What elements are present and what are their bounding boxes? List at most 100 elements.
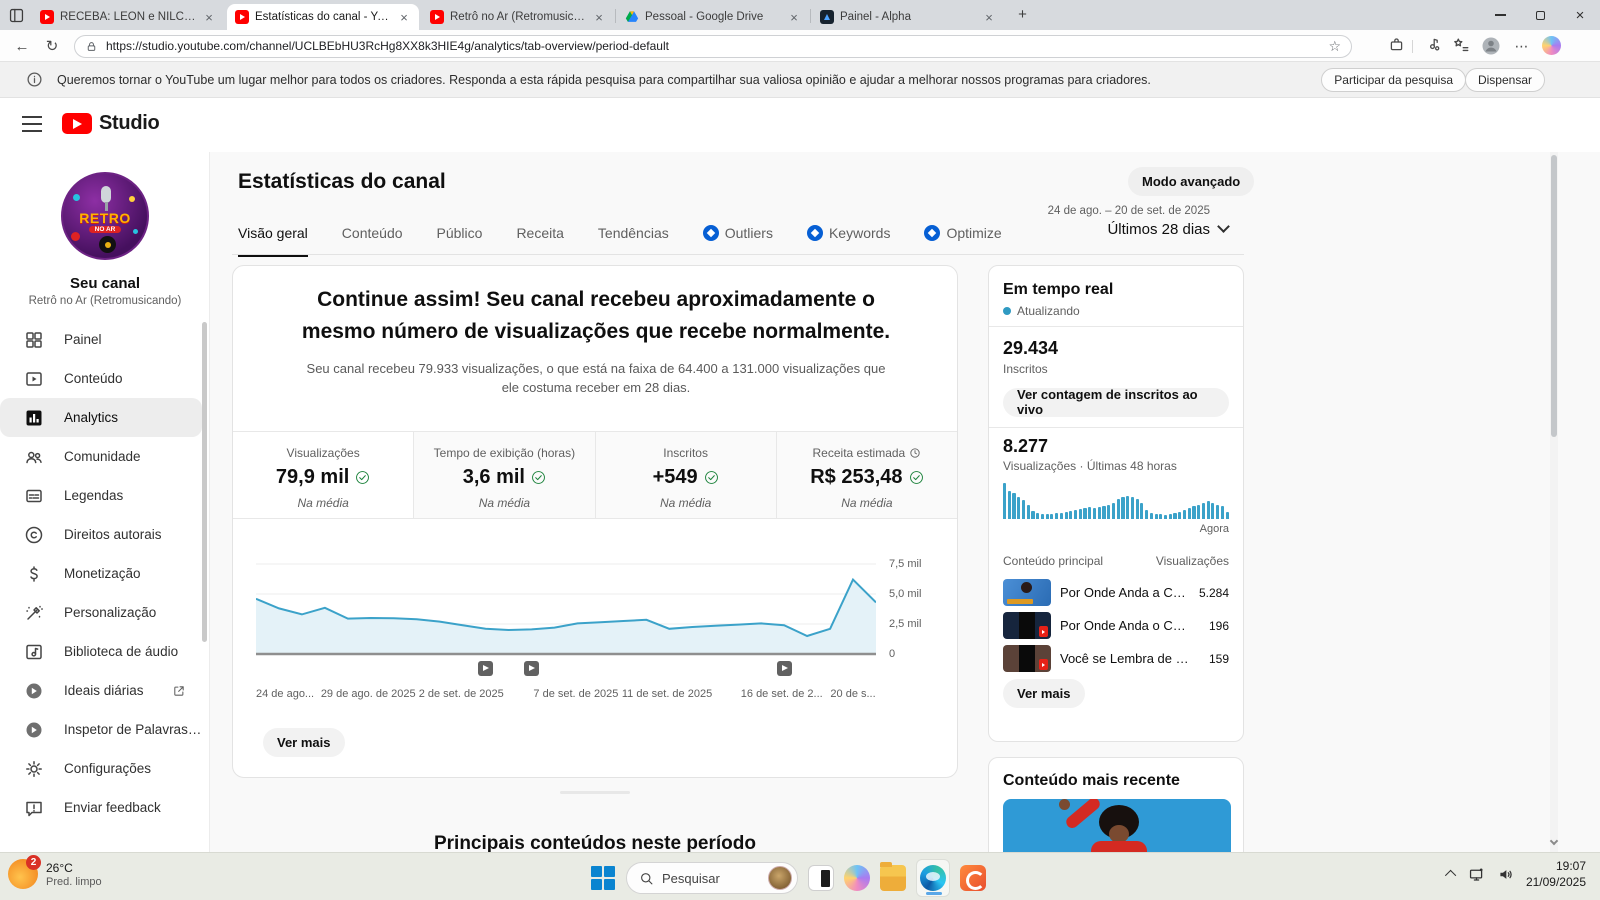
video-marker-icon[interactable] [477,661,493,676]
start-button[interactable] [590,865,616,891]
tabs-divider [232,254,1244,255]
sidebar-item-direitos-autorais[interactable]: Direitos autorais [0,515,202,554]
realtime-bar [1126,495,1130,519]
views-chart[interactable] [256,554,876,656]
views-48h-bar-chart[interactable] [1003,481,1229,519]
tab-tendências[interactable]: Tendências [598,225,669,254]
sidebar-item-configura-es[interactable]: Configurações [0,749,202,788]
window-minimize-button[interactable] [1480,0,1520,30]
scroll-down-arrow[interactable] [1549,836,1559,846]
metric-card[interactable]: Inscritos +549 Na média [594,432,776,518]
tab-receita[interactable]: Receita [516,225,563,254]
vertical-tabs-icon[interactable] [8,7,25,24]
metric-note: Na média [659,496,712,510]
top-content-row[interactable]: Por Onde Anda o Cantor O... 196 [1003,609,1229,642]
tray-chevron-up-icon[interactable] [1444,869,1457,882]
sidebar-item-conte-do[interactable]: Conteúdo [0,359,202,398]
weather-widget[interactable]: 2 26°C Pred. limpo [8,855,102,889]
realtime-bar [1026,505,1030,519]
browser-tab[interactable]: Estatísticas do canal - YouTube St × [227,4,419,30]
sidebar-item-label: Analytics [64,410,119,425]
vidiq-feature-badge-icon [924,225,941,241]
browser-tab[interactable]: RECEBA: LEON e NILCE do COISA × [32,4,224,30]
refresh-icon[interactable]: ↻ [42,36,62,56]
page-scrollbar[interactable] [1549,152,1559,852]
app-icon-orange[interactable] [960,865,986,891]
sidebar-item-inspetor-de-palavras-chav[interactable]: Inspetor de Palavras-chav [0,710,202,749]
window-restore-button[interactable] [1520,0,1560,30]
channel-avatar[interactable]: RETRO NO AR [61,172,149,260]
favorites-bar-icon[interactable] [1452,36,1470,54]
back-icon[interactable]: ← [12,36,32,56]
realtime-see-more-button[interactable]: Ver mais [1003,679,1085,708]
sidebar-item-personaliza-o[interactable]: Personalização [0,593,202,632]
browser-profile-avatar[interactable] [1481,36,1501,56]
tab-visão-geral[interactable]: Visão geral [238,225,308,257]
sidebar-item-enviar-feedback[interactable]: Enviar feedback [0,788,202,827]
tray-clock[interactable]: 19:07 21/09/2025 [1526,858,1586,890]
participate-survey-button[interactable]: Participar da pesquisa [1321,68,1466,92]
sidebar-item-label: Comunidade [64,449,141,464]
sidebar-item-legendas[interactable]: Legendas [0,476,202,515]
new-tab-button[interactable]: + [1014,7,1031,24]
address-bar[interactable]: https://studio.youtube.com/channel/UCLBE… [74,34,1352,58]
tab-optimize[interactable]: Optimize [924,225,1002,254]
hamburger-menu-icon[interactable] [22,116,42,132]
top-content-row[interactable]: Por Onde Anda a Cantora... 5.284 [1003,576,1229,609]
check-circle-icon [355,470,370,485]
date-range-selector[interactable]: 24 de ago. – 20 de set. de 2025 Últimos … [1040,205,1210,238]
realtime-bar [1145,510,1149,519]
realtime-bar [1050,513,1054,519]
section-divider [560,791,630,794]
file-explorer-icon[interactable] [880,862,906,891]
sidebar-scrollbar[interactable] [202,322,208,794]
taskbar-search[interactable]: Pesquisar [626,862,798,894]
tab-close-icon[interactable]: × [592,10,606,25]
scrollbar-thumb[interactable] [1551,155,1557,437]
browser-tab[interactable]: Retrô no Ar (Retromusicando) - Y × [422,4,614,30]
sidebar-item-monetiza-o[interactable]: Monetização [0,554,202,593]
live-count-button[interactable]: Ver contagem de inscritos ao vivo [1003,387,1229,417]
sidebar-item-analytics[interactable]: Analytics [0,398,202,437]
browser-tab[interactable]: Pessoal - Google Drive × [617,4,809,30]
tab-público[interactable]: Público [437,225,483,254]
volume-icon[interactable] [1497,866,1514,883]
tab-keywords[interactable]: Keywords [806,225,890,254]
sidebar-item-biblioteca-de-udio[interactable]: Biblioteca de áudio [0,632,202,671]
sidebar-item-ideais-di-rias[interactable]: Ideais diárias [0,671,202,710]
metric-card[interactable]: Tempo de exibição (horas) 3,6 mil Na média [413,432,595,518]
copilot-icon[interactable] [1542,36,1561,55]
tab-close-icon[interactable]: × [982,10,996,25]
video-marker-icon[interactable] [776,661,792,676]
extensions-icon[interactable] [1388,36,1405,53]
sidebar-item-comunidade[interactable]: Comunidade [0,437,202,476]
metric-value: +549 [596,466,776,489]
realtime-bar [1078,509,1082,519]
shorts-badge-icon [1039,626,1048,637]
metric-card[interactable]: Visualizações 79,9 mil Na média [233,432,414,518]
money-icon [24,564,44,584]
tab-close-icon[interactable]: × [787,10,801,25]
see-more-button[interactable]: Ver mais [263,728,345,757]
advanced-mode-button[interactable]: Modo avançado [1128,167,1255,196]
network-icon[interactable] [1468,866,1485,883]
window-close-button[interactable]: × [1560,0,1600,30]
browser-menu-icon[interactable]: ⋯ [1512,36,1532,56]
dismiss-button[interactable]: Dispensar [1464,68,1545,92]
edge-browser-icon-active[interactable] [916,859,950,897]
video-marker-icon[interactable] [523,661,539,676]
metric-card[interactable]: Receita estimada R$ 253,48 Na média [775,432,957,518]
studio-logo[interactable]: Studio [62,112,160,135]
tab-close-icon[interactable]: × [202,10,216,25]
top-content-row[interactable]: Você se Lembra de Jim Dia... 159 [1003,642,1229,675]
app-icon-widgets[interactable] [808,865,834,891]
sidebar-item-painel[interactable]: Painel [0,320,202,359]
copilot-taskbar-icon[interactable] [844,865,870,891]
bookmark-star-icon[interactable]: ☆ [1328,38,1341,55]
media-controls-icon[interactable] [1424,36,1441,53]
browser-tab[interactable]: Painel - Alpha × [812,4,1004,30]
tab-conteúdo[interactable]: Conteúdo [342,225,403,254]
tab-outliers[interactable]: Outliers [702,225,773,254]
tab-close-icon[interactable]: × [397,10,411,25]
tab-title: RECEBA: LEON e NILCE do COISA [60,11,196,23]
